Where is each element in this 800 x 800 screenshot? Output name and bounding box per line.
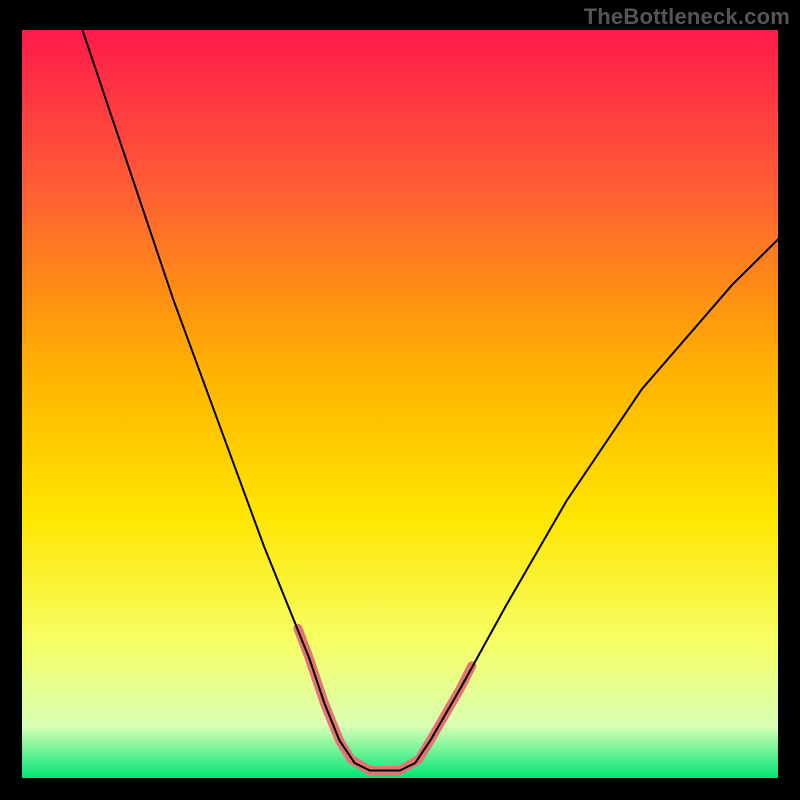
gradient-background xyxy=(22,30,778,778)
plot-area xyxy=(22,30,778,778)
watermark-text: TheBottleneck.com xyxy=(584,4,790,30)
chart-frame: TheBottleneck.com xyxy=(0,0,800,800)
plot-svg xyxy=(22,30,778,778)
